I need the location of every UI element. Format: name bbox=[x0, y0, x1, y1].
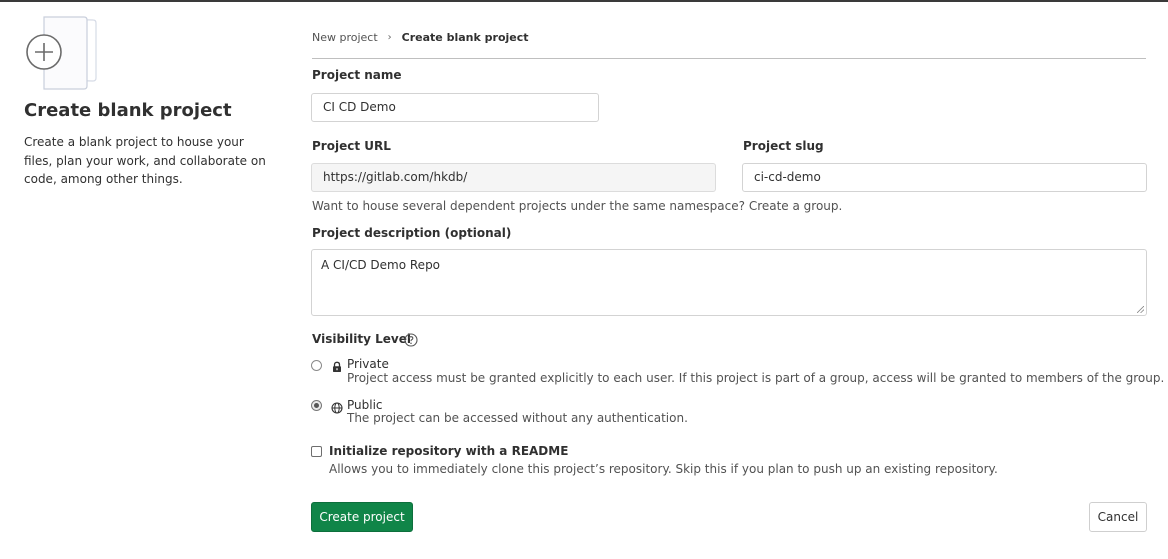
visibility-private-radio[interactable] bbox=[311, 360, 322, 371]
visibility-private-title[interactable]: Private bbox=[347, 357, 389, 371]
project-description-label: Project description (optional) bbox=[312, 226, 512, 240]
project-description-textarea[interactable]: A CI/CD Demo Repo bbox=[311, 249, 1147, 316]
project-slug-label: Project slug bbox=[743, 139, 824, 153]
visibility-public-title[interactable]: Public bbox=[347, 398, 383, 412]
namespace-hint: Want to house several dependent projects… bbox=[312, 199, 843, 213]
visibility-public-description: The project can be accessed without any … bbox=[347, 411, 688, 425]
panel-description: Create a blank project to house your fil… bbox=[24, 135, 266, 186]
readme-checkbox[interactable] bbox=[311, 446, 322, 457]
project-slug-input[interactable]: ci-cd-demo bbox=[742, 163, 1147, 192]
plus-icon bbox=[24, 16, 100, 92]
readme-description: Allows you to immediately clone this pro… bbox=[329, 462, 998, 476]
create-project-button[interactable]: Create project bbox=[311, 502, 413, 532]
panel-title: Create blank project bbox=[24, 100, 232, 121]
breadcrumb-new-project[interactable]: New project bbox=[312, 31, 378, 44]
chevron-right-icon: › bbox=[387, 32, 392, 43]
resize-handle-icon[interactable] bbox=[1137, 306, 1144, 313]
project-name-input[interactable]: CI CD Demo bbox=[311, 93, 599, 122]
globe-icon bbox=[331, 399, 343, 414]
cancel-button[interactable]: Cancel bbox=[1089, 502, 1147, 532]
visibility-private-description: Project access must be granted explicitl… bbox=[347, 371, 1165, 385]
breadcrumb-divider bbox=[312, 58, 1146, 59]
visibility-label: Visibility Level bbox=[312, 332, 411, 346]
visibility-public-radio[interactable] bbox=[311, 400, 322, 411]
project-name-label: Project name bbox=[312, 68, 402, 82]
project-url-label: Project URL bbox=[312, 139, 391, 153]
lock-icon bbox=[331, 358, 343, 372]
breadcrumb-current: Create blank project bbox=[401, 31, 529, 44]
readme-label[interactable]: Initialize repository with a README bbox=[329, 444, 568, 458]
project-url-input[interactable]: https://gitlab.com/hkdb/ bbox=[311, 163, 716, 192]
top-border bbox=[0, 0, 1168, 2]
breadcrumb: New project › Create blank project bbox=[312, 31, 529, 44]
question-circle-icon[interactable] bbox=[404, 332, 418, 347]
project-description-value: A CI/CD Demo Repo bbox=[321, 258, 441, 272]
